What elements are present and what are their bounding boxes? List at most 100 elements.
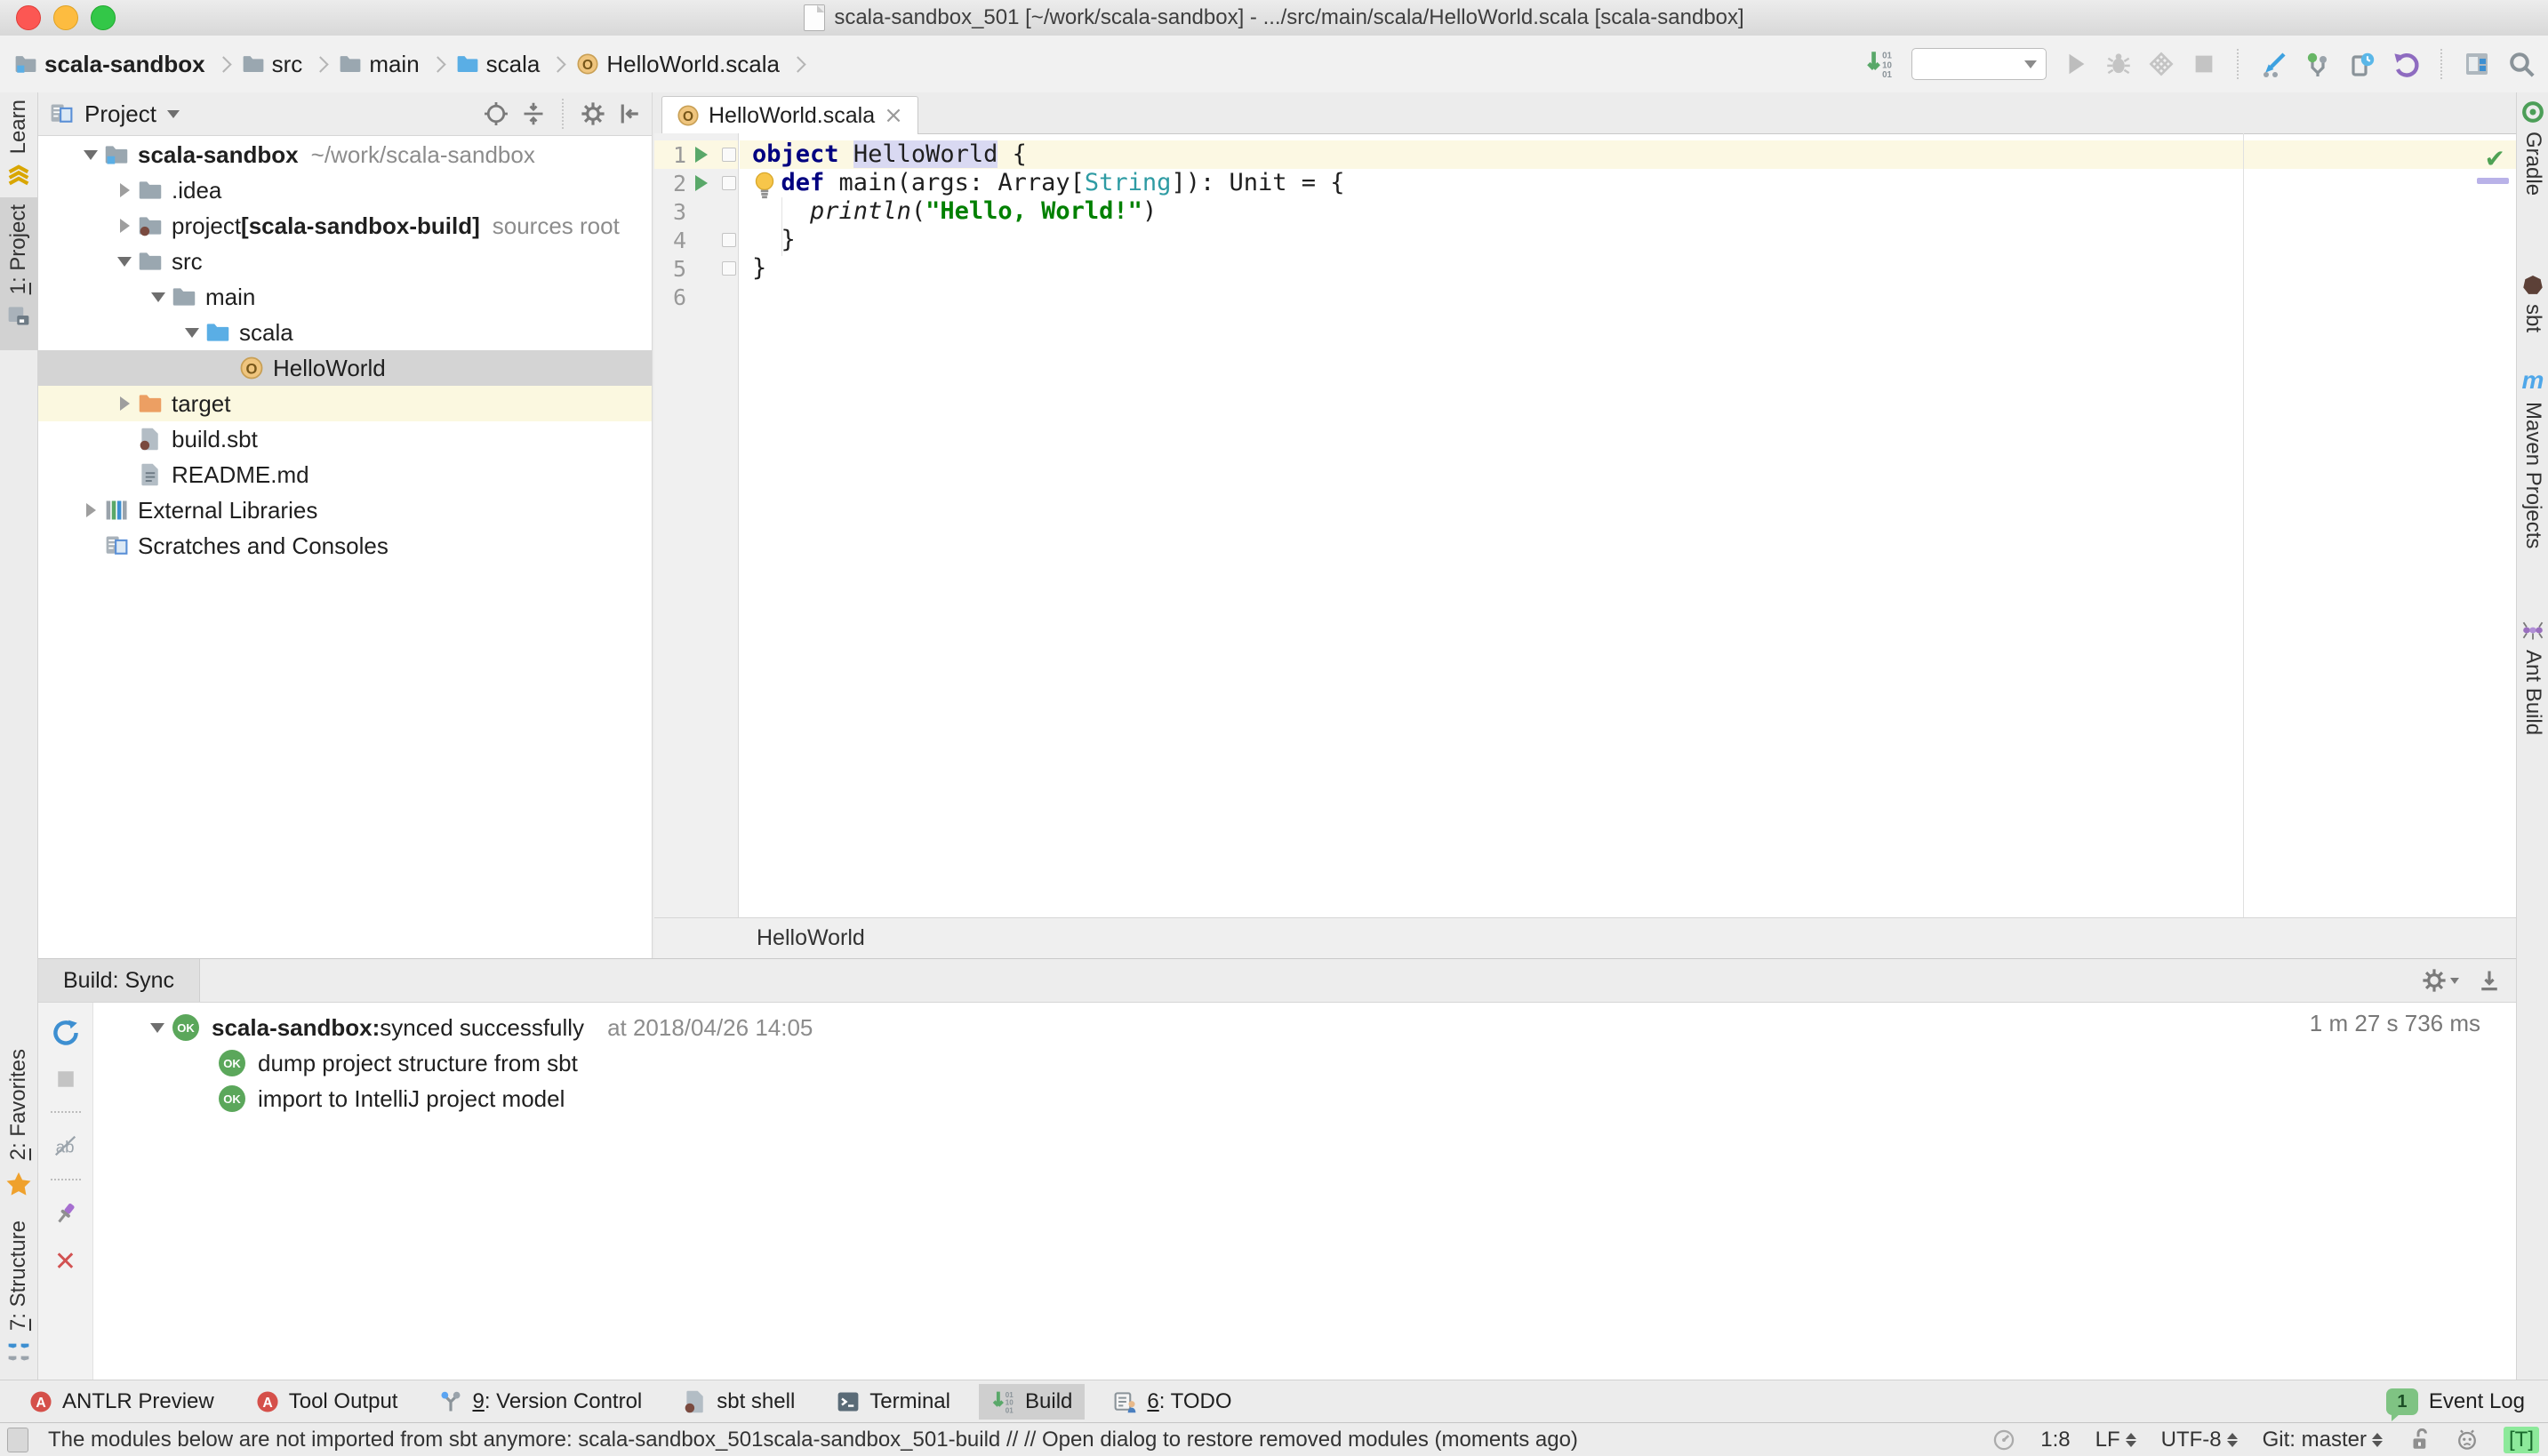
project-structure-button[interactable] [2463,50,2491,78]
tree-row-src[interactable]: src [38,244,652,279]
coverage-button[interactable] [2148,51,2175,77]
toolwindow-ant[interactable]: Ant Build [2520,650,2545,735]
toolwindow-structure[interactable]: 7: Structure [6,1220,31,1331]
fold-marker-icon[interactable] [722,176,736,190]
breadcrumb-file[interactable]: HelloWorld.scala [576,51,780,78]
encoding-select[interactable]: UTF-8 [2161,1428,2238,1452]
intention-bulb-icon[interactable] [752,171,777,201]
caret-position[interactable]: 1:8 [2040,1428,2070,1452]
git-branch-select[interactable]: Git: master [2263,1428,2383,1452]
pin-icon[interactable] [52,1200,79,1227]
run-button[interactable] [2063,51,2089,77]
tree-expanded-icon[interactable] [150,1023,164,1033]
vcs-commit-button[interactable] [2304,50,2332,78]
tree-row-external-libraries[interactable]: External Libraries [38,492,652,528]
hide-panel-down-icon[interactable] [2477,968,2502,993]
close-icon[interactable]: ✕ [54,1246,76,1277]
code-text[interactable]: object HelloWorld { def main(args: Array… [740,133,2516,917]
tab-helloworld-scala[interactable]: HelloWorld.scala × [661,96,918,134]
build-row-import[interactable]: OK import to IntelliJ project model [94,1081,2516,1116]
breadcrumb-scala[interactable]: scala [456,51,541,78]
build-sync-icon[interactable] [1865,49,1895,79]
toolwindow-gradle[interactable]: Gradle [2520,132,2545,196]
toolwindow-version-control[interactable]: 9: Version Control [426,1384,654,1420]
breadcrumb-main[interactable]: main [339,51,419,78]
tree-row-readme[interactable]: README.md [38,457,652,492]
tree-row-scala-sandbox[interactable]: scala-sandbox~/work/scala-sandbox [38,137,652,172]
toolwindow-switcher-icon[interactable] [7,1428,28,1452]
run-configurations-select[interactable] [1911,48,2047,80]
search-everywhere-icon[interactable] [2507,50,2536,78]
memory-gauge-icon[interactable] [1992,1428,2015,1452]
zoom-window-button[interactable] [91,5,116,30]
tree-row-scala[interactable]: scala [38,315,652,350]
toolwindow-favorites[interactable]: 2: Favorites [6,1049,31,1160]
build-sync-tab[interactable]: Build: Sync [38,959,200,1002]
ide-fatal-errors-icon[interactable] [2456,1428,2479,1452]
tree-expanded-icon[interactable] [151,292,165,302]
tree-expanded-icon[interactable] [117,257,132,267]
toolwindow-antlr-preview[interactable]: ANTLR Preview [16,1384,227,1420]
minimize-window-button[interactable] [53,5,78,30]
hide-panel-icon[interactable] [618,101,643,126]
fold-marker-icon[interactable] [722,261,736,276]
event-log-button[interactable]: 1 Event Log [2386,1388,2548,1415]
toolwindow-build[interactable]: Build [979,1384,1085,1420]
build-row-root[interactable]: OK scala-sandbox: synced successfully at… [94,1010,2516,1045]
structure-icon[interactable] [6,1341,31,1366]
toolwindow-maven[interactable]: Maven Projects [2520,402,2545,548]
sbt-icon[interactable] [2521,274,2544,297]
tree-collapsed-icon[interactable] [120,183,130,197]
ant-icon[interactable] [2520,618,2545,643]
learn-icon[interactable] [5,163,32,189]
fold-marker-icon[interactable] [722,148,736,162]
tree-row-helloworld[interactable]: HelloWorld [38,350,652,386]
tree-expanded-icon[interactable] [84,150,98,160]
locate-file-icon[interactable] [484,101,509,126]
tree-collapsed-icon[interactable] [120,396,130,411]
run-arrow-icon[interactable] [695,175,708,191]
tree-row-project-build[interactable]: project [scala-sandbox-build]sources roo… [38,208,652,244]
tree-row-scratches[interactable]: Scratches and Consoles [38,528,652,564]
tree-row-idea[interactable]: .idea [38,172,652,208]
maven-icon[interactable]: m [2522,366,2544,395]
close-window-button[interactable] [16,5,41,30]
debug-button[interactable] [2105,51,2132,77]
run-arrow-icon[interactable] [695,147,708,163]
breadcrumb-src[interactable]: src [242,51,303,78]
toolwindow-terminal[interactable]: Terminal [823,1384,963,1420]
line-separator-select[interactable]: LF [2095,1428,2136,1452]
gradle-icon[interactable] [2520,100,2545,124]
toolwindow-sbt-shell[interactable]: sbt shell [670,1384,807,1420]
tree-row-main[interactable]: main [38,279,652,315]
toolwindow-todo[interactable]: 6: TODO [1101,1384,1244,1420]
tree-expanded-icon[interactable] [185,328,199,338]
collapse-all-icon[interactable] [521,101,546,126]
vcs-update-button[interactable] [2259,50,2288,78]
status-message[interactable]: The modules below are not imported from … [48,1428,1578,1452]
toolwindow-project-active[interactable]: 1: Project [0,197,37,350]
fold-marker-icon[interactable] [722,233,736,247]
favorites-star-icon[interactable] [5,1171,32,1197]
unlock-icon[interactable] [2408,1428,2431,1452]
stop-button[interactable] [2191,51,2217,77]
resync-icon[interactable] [52,1019,80,1047]
tree-collapsed-icon[interactable] [120,219,130,233]
gear-icon[interactable] [581,101,605,126]
toolwindow-sbt[interactable]: sbt [2520,304,2545,332]
inspections-ok-icon[interactable]: ✔ [2485,144,2505,173]
filter-messages-icon[interactable] [52,1132,79,1159]
breadcrumb-element[interactable]: HelloWorld [757,925,865,951]
tree-row-target[interactable]: target [38,386,652,421]
build-row-dump[interactable]: OK dump project structure from sbt [94,1045,2516,1081]
vcs-history-button[interactable] [2348,50,2376,78]
code-editor[interactable]: 1 2 3 4 5 6 object HelloWorld { def main… [654,133,2516,917]
vcs-rollback-button[interactable] [2392,50,2421,78]
toolwindow-learn[interactable]: Learn [6,100,31,154]
chevron-down-icon[interactable] [167,110,180,118]
gear-icon[interactable] [2422,968,2459,993]
project-panel-title[interactable]: Project [84,100,156,128]
tree-row-build-sbt[interactable]: build.sbt [38,421,652,457]
toolwindow-tool-output[interactable]: Tool Output [243,1384,411,1420]
close-icon[interactable]: × [884,102,903,129]
